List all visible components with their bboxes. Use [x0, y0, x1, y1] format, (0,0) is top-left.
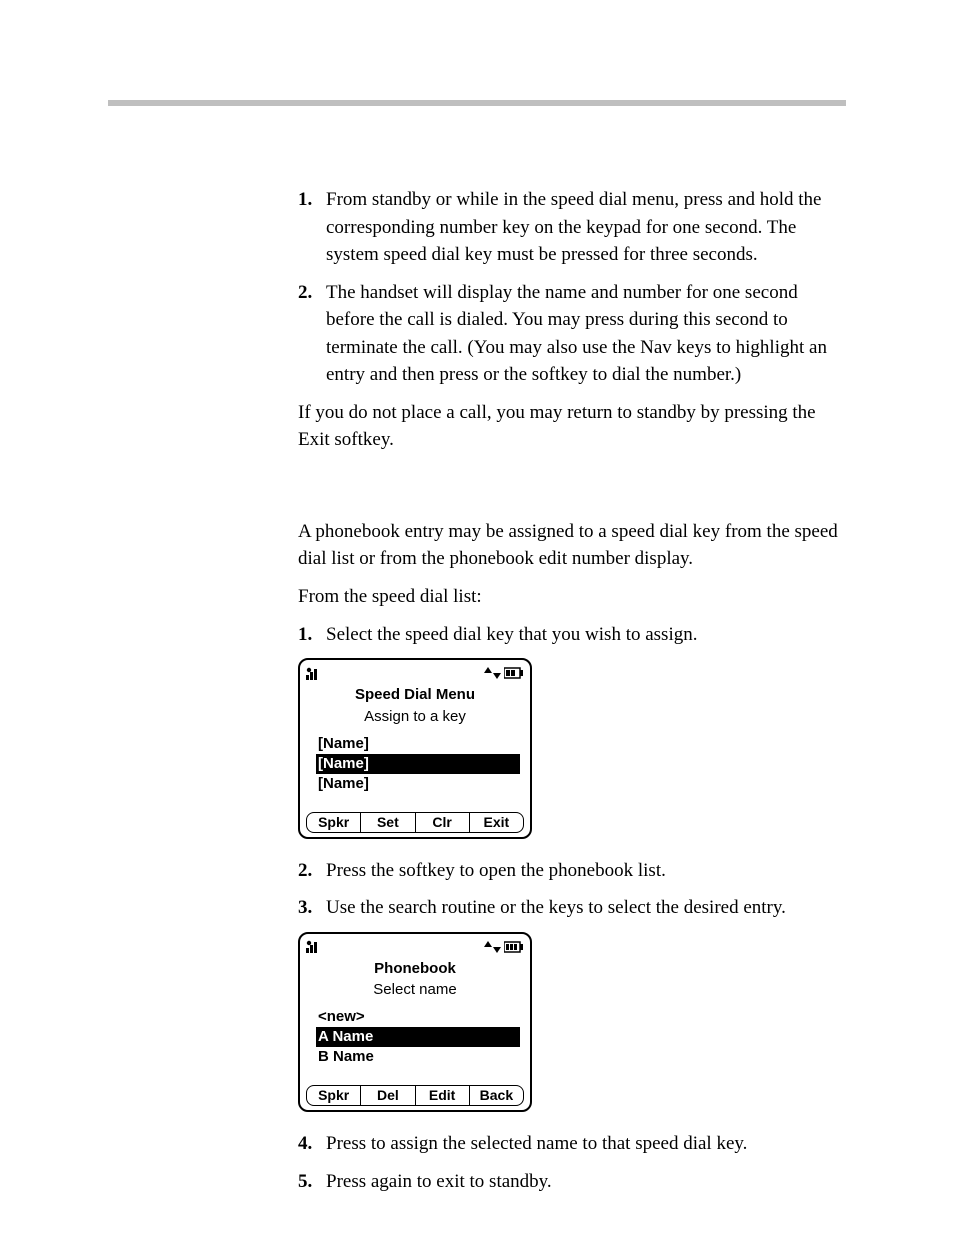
step-c3: 3. Use the search routine or the keys to… — [298, 894, 846, 922]
step-number: 2. — [298, 279, 312, 307]
step-number: 5. — [298, 1168, 312, 1196]
screen-list: [Name] [Name] [Name] — [306, 734, 524, 794]
steps-list-d: 4. Press to assign the selected name to … — [298, 1130, 846, 1195]
status-bar — [306, 664, 524, 682]
list-item: [Name] — [316, 734, 520, 754]
step-a1: 1. From standby or while in the speed di… — [298, 186, 846, 269]
phone-screen-phonebook: Phonebook Select name <new> A Name B Nam… — [298, 932, 846, 1113]
signal-icon — [306, 940, 324, 953]
screen-title: Phonebook — [306, 958, 524, 980]
phone-screen-speed-dial: Speed Dial Menu Assign to a key [Name] [… — [298, 658, 846, 839]
screen-title: Speed Dial Menu — [306, 684, 524, 706]
battery-icon — [504, 941, 524, 953]
step-d4: 4. Press to assign the selected name to … — [298, 1130, 846, 1158]
step-c2: 2. Press the softkey to open the phonebo… — [298, 857, 846, 885]
step-d5: 5. Press again to exit to standby. — [298, 1168, 846, 1196]
step-number: 1. — [298, 186, 312, 214]
softkey-del[interactable]: Del — [361, 1086, 415, 1105]
step-number: 2. — [298, 857, 312, 885]
paragraph-b1: A phonebook entry may be assigned to a s… — [298, 518, 846, 573]
step-text: Select the speed dial key that you wish … — [326, 624, 697, 645]
step-text: From standby or while in the speed dial … — [326, 189, 822, 265]
list-item-selected: A Name — [316, 1027, 520, 1047]
document-content: 1. From standby or while in the speed di… — [108, 186, 846, 1195]
list-item: [Name] — [316, 774, 520, 794]
softkey-bar: Spkr Set Clr Exit — [306, 812, 524, 833]
screen-list: <new> A Name B Name — [306, 1007, 524, 1067]
screen-subtitle: Select name — [306, 979, 524, 1001]
step-text: Press the softkey to open the phonebook … — [326, 860, 666, 881]
steps-list-c: 2. Press the softkey to open the phonebo… — [298, 857, 846, 922]
step-number: 4. — [298, 1130, 312, 1158]
step-a2: 2. The handset will display the name and… — [298, 279, 846, 389]
step-text: Press to assign the selected name to tha… — [326, 1133, 747, 1154]
steps-list-a: 1. From standby or while in the speed di… — [298, 186, 846, 389]
step-b1: 1. Select the speed dial key that you wi… — [298, 621, 846, 649]
step-text: The handset will display the name and nu… — [326, 282, 827, 386]
paragraph-b2: From the speed dial list: — [298, 583, 846, 611]
step-number: 1. — [298, 621, 312, 649]
list-item-selected: [Name] — [316, 754, 520, 774]
battery-icon — [504, 667, 524, 679]
paragraph-after-a: If you do not place a call, you may retu… — [298, 399, 846, 454]
softkey-clr[interactable]: Clr — [416, 813, 470, 832]
list-item: <new> — [316, 1007, 520, 1027]
header-divider — [108, 100, 846, 106]
softkey-set[interactable]: Set — [361, 813, 415, 832]
step-text: Press again to exit to standby. — [326, 1171, 552, 1192]
softkey-exit[interactable]: Exit — [470, 813, 523, 832]
softkey-edit[interactable]: Edit — [416, 1086, 470, 1105]
step-number: 3. — [298, 894, 312, 922]
softkey-bar: Spkr Del Edit Back — [306, 1085, 524, 1106]
steps-list-b: 1. Select the speed dial key that you wi… — [298, 621, 846, 649]
step-text: Use the search routine or the keys to se… — [326, 897, 786, 918]
signal-icon — [306, 667, 324, 680]
softkey-spkr[interactable]: Spkr — [307, 1086, 361, 1105]
softkey-back[interactable]: Back — [470, 1086, 523, 1105]
softkey-spkr[interactable]: Spkr — [307, 813, 361, 832]
status-bar — [306, 938, 524, 956]
up-down-arrows-icon — [484, 667, 501, 679]
list-item: B Name — [316, 1047, 520, 1067]
up-down-arrows-icon — [484, 941, 501, 953]
screen-subtitle: Assign to a key — [306, 706, 524, 728]
